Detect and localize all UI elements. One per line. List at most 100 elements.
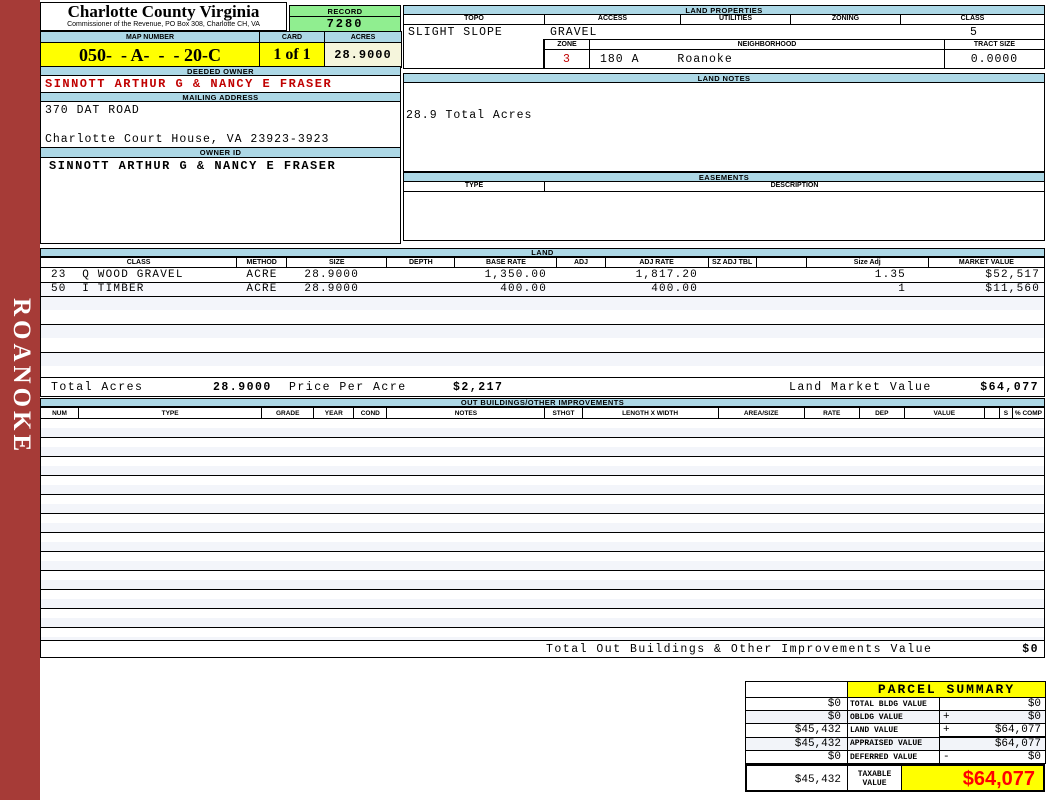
parcel-summary-title: PARCEL SUMMARY [846, 681, 1047, 698]
col-sz-adj-tbl: SZ ADJ TBL [707, 257, 757, 268]
land-section: LAND CLASS METHOD SIZE DEPTH BASE RATE A… [39, 248, 1046, 397]
cell-sz-adj-tbl [708, 268, 756, 283]
row-value: $64,077 [952, 736, 1047, 751]
col-s: S [998, 407, 1013, 419]
land-properties-panel: LAND PROPERTIES TOPO ACCESS UTILITIES ZO… [403, 5, 1045, 241]
land-notes-title: LAND NOTES [403, 73, 1045, 83]
utilities-label: UTILITIES [681, 15, 791, 25]
out-buildings-section: OUT BUILDINGS/OTHER IMPROVEMENTS NUM TYP… [39, 398, 1046, 658]
mailing-address: 370 DAT ROAD Charlotte Court House, VA 2… [40, 102, 401, 147]
county-subtitle: Commissioner of the Revenue, PO Box 308,… [67, 21, 260, 28]
owner-empty-area [40, 174, 401, 244]
address-line-2: Charlotte Court House, VA 23923-3923 [45, 133, 330, 146]
map-number-label: MAP NUMBER [40, 31, 260, 43]
cell-sz-adj-tbl [708, 282, 756, 297]
cell-adj-rate: 400.00 [605, 282, 708, 297]
record-box: RECORD 7280 [289, 5, 401, 32]
taxable-label: TAXABLE VALUE [848, 766, 902, 790]
neighborhood-name: Roanoke [677, 52, 733, 66]
price-per-acre-value: $2,217 [453, 380, 504, 394]
mailing-address-label: MAILING ADDRESS [40, 92, 401, 102]
zone-label: ZONE [544, 39, 590, 50]
cell-adj [557, 268, 605, 283]
district-sidebar: ROANOKE [0, 0, 40, 800]
total-acres-label: Total Acres [51, 380, 144, 394]
cell-market-value: $52,517 [928, 268, 1044, 283]
zoning-label: ZONING [791, 15, 901, 25]
prior-value: $0 [745, 750, 848, 764]
land-market-value-label: Land Market Value [789, 380, 932, 394]
map-number-value: 050- - A- - - 20-C [40, 42, 260, 68]
topo-value: SLIGHT SLOPE [408, 26, 503, 39]
land-empty-rows [41, 296, 1044, 377]
col-notes: NOTES [386, 407, 546, 419]
cell-class: 50 I TIMBER [41, 282, 237, 297]
taxable-value-row: $45,432 TAXABLE VALUE $64,077 [745, 764, 1045, 792]
cell-adj [557, 282, 605, 297]
cell-size-adj: 1.35 [806, 268, 928, 283]
col-adj: ADJ [556, 257, 606, 268]
district-name: ROANOKE [8, 298, 35, 456]
col-class: CLASS [39, 257, 238, 268]
row-label: OBLDG VALUE [847, 710, 940, 724]
land-note: 28.9 Total Acres [406, 109, 533, 122]
acres-value: 28.9000 [324, 42, 402, 68]
neighborhood-label: NEIGHBORHOOD [589, 39, 945, 50]
prior-value: $0 [745, 697, 848, 711]
prior-value: $45,432 [745, 723, 848, 738]
row-value: $0 [952, 750, 1047, 764]
col-year: YEAR [313, 407, 355, 419]
out-total-value: $0 [1022, 643, 1039, 656]
out-buildings-total-row: Total Out Buildings & Other Improvements… [40, 640, 1045, 658]
access-value: GRAVEL [550, 26, 598, 39]
col-market-value: MARKET VALUE [927, 257, 1046, 268]
card-label: CARD [259, 31, 325, 43]
row-label: DEFERRED VALUE [847, 750, 940, 764]
col-type: TYPE [78, 407, 263, 419]
col-depth: DEPTH [386, 257, 456, 268]
col-adj-rate: ADJ RATE [604, 257, 709, 268]
col-rate: RATE [803, 407, 860, 419]
row-label: LAND VALUE [847, 723, 940, 738]
row-sign: - [939, 750, 953, 764]
cell-method: ACRE [237, 282, 287, 297]
cell-blank [756, 282, 806, 297]
address-line-1: 370 DAT ROAD [45, 104, 140, 117]
summary-row: $0 OBLDG VALUE + $0 [745, 710, 1047, 724]
access-label: ACCESS [545, 15, 681, 25]
col-size-adj: Size Adj [805, 257, 929, 268]
cell-blank [756, 268, 806, 283]
neighborhood-code: 180 A [600, 52, 640, 66]
cell-size: 28.9000 [287, 268, 387, 283]
summary-row: $0 DEFERRED VALUE - $0 [745, 750, 1047, 764]
parcel-summary: PARCEL SUMMARY $0 TOTAL BLDG VALUE $0 $0… [745, 681, 1047, 792]
land-row: 50 I TIMBER ACRE 28.9000 400.00 400.00 1… [41, 282, 1044, 297]
row-value: $0 [952, 697, 1047, 711]
easements-title: EASEMENTS [403, 172, 1045, 182]
easements-box [403, 192, 1045, 241]
tract-size-value: 0.0000 [944, 49, 1045, 69]
out-buildings-empty-rows [40, 419, 1045, 640]
summary-row: $45,432 LAND VALUE + $64,077 [745, 723, 1047, 738]
col-blank [755, 257, 807, 268]
col-length-width: LENGTH X WIDTH [581, 407, 719, 419]
row-sign [939, 697, 953, 711]
row-value: $64,077 [952, 723, 1047, 738]
easement-type-label: TYPE [403, 182, 545, 192]
cell-depth [387, 282, 455, 297]
out-total-label: Total Out Buildings & Other Improvements… [546, 643, 933, 656]
col-value: VALUE [903, 407, 985, 419]
map-strip: MAP NUMBER CARD ACRES 050- - A- - - 20-C… [40, 31, 402, 68]
cell-class: 23 Q WOOD GRAVEL [41, 268, 237, 283]
land-market-value: $64,077 [980, 380, 1039, 394]
cell-depth [387, 268, 455, 283]
col-cond: COND [353, 407, 388, 419]
cell-size-adj: 1 [806, 282, 928, 297]
topo-spacer [403, 39, 544, 69]
taxable-value: $64,077 [902, 766, 1043, 790]
col-dep: DEP [858, 407, 905, 419]
price-per-acre-label: Price Per Acre [289, 380, 407, 394]
cell-market-value: $11,560 [928, 282, 1044, 297]
cell-base-rate: 1,350.00 [455, 268, 557, 283]
cell-base-rate: 400.00 [455, 282, 557, 297]
